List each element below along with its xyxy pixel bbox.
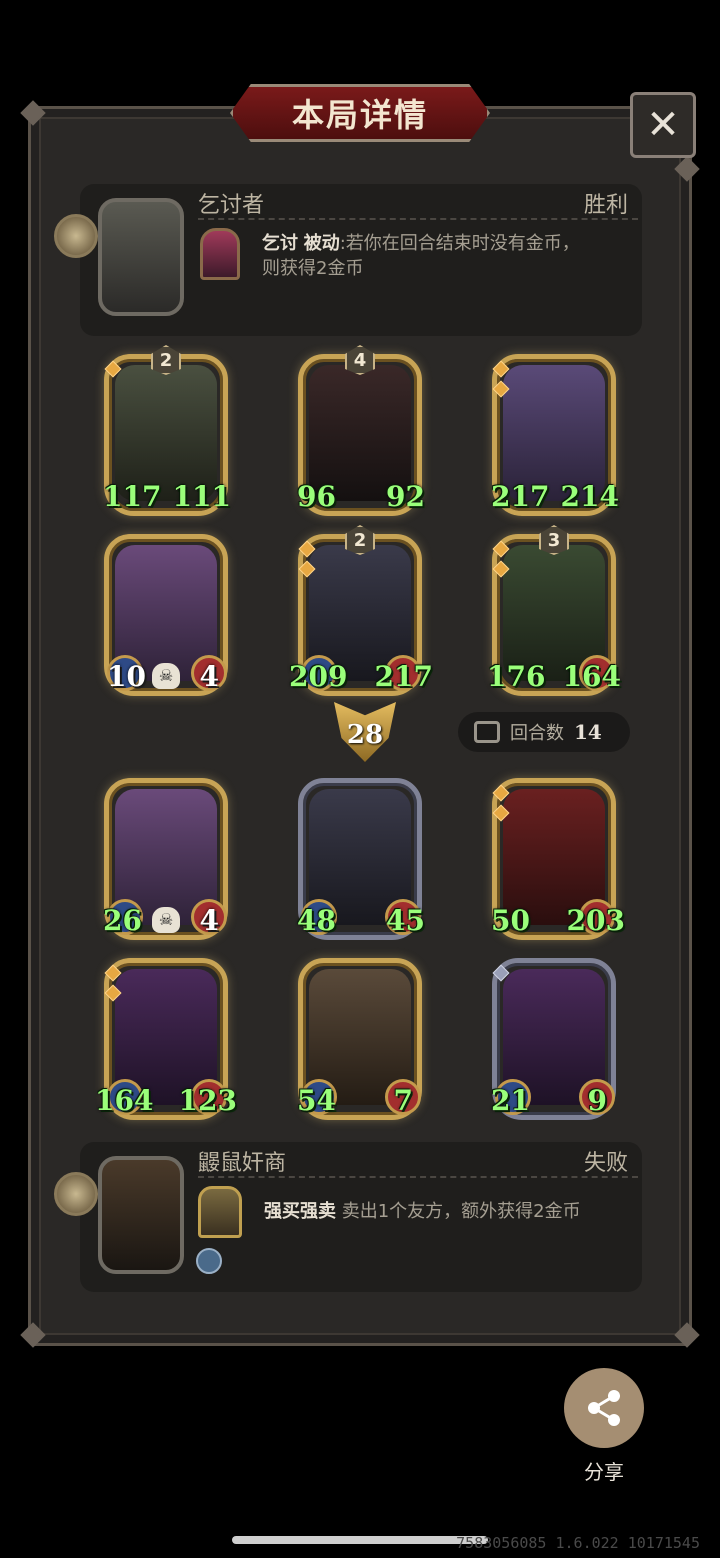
title-plate: 本局详情	[230, 84, 490, 142]
loser-result: 失败	[583, 1151, 628, 1176]
version-text: 7583056085 1.6.022 10171545	[456, 1534, 700, 1552]
skill-name: 强买强卖	[264, 1201, 336, 1222]
unit-card[interactable]: 2 209 217	[289, 525, 433, 696]
health-value: 111	[172, 480, 231, 513]
page-title: 本局详情	[291, 96, 428, 134]
attack-value: 117	[103, 480, 162, 513]
share-button[interactable]	[564, 1368, 644, 1448]
rounds-value: 14	[574, 720, 602, 744]
health-value: 217	[374, 660, 433, 693]
repeat-icon	[474, 721, 500, 743]
unit-card[interactable]: 2 117 111	[103, 345, 231, 516]
attack-value: 209	[289, 660, 348, 693]
skill-desc: 卖出1个友方，额外获得2金币	[336, 1201, 581, 1222]
unit-card[interactable]: 217 214	[491, 354, 619, 516]
health-value: 9	[587, 1084, 607, 1117]
loser-skill-text: 强买强卖 卖出1个友方，额外获得2金币	[264, 1199, 634, 1224]
health-value: 4	[199, 904, 219, 937]
winner-avatar	[98, 198, 184, 316]
close-button[interactable]: ✕	[630, 92, 696, 158]
health-value: 92	[386, 480, 425, 513]
share-label: 分享	[584, 1460, 624, 1484]
unit-card[interactable]: ☠ 26 4	[103, 778, 228, 940]
attack-value: 50	[491, 904, 530, 937]
unit-card[interactable]: 3 176 164	[487, 525, 621, 696]
attack-value: 96	[297, 480, 336, 513]
health-value: 214	[560, 480, 619, 513]
health-value: 45	[386, 904, 425, 937]
unit-card[interactable]: 4 96 92	[297, 345, 425, 516]
attack-value: 54	[297, 1084, 336, 1117]
skill-desc-2: 则获得2金币	[262, 258, 364, 279]
rounds-counter: 回合数 14	[458, 712, 630, 752]
divider	[198, 1176, 638, 1178]
skull-icon: ☠	[152, 663, 180, 689]
beggar-skill-icon	[200, 228, 240, 280]
health-value: 203	[566, 904, 625, 937]
winner-name: 乞讨者	[198, 193, 265, 218]
skill-type: 被动	[303, 233, 340, 254]
health-value: 164	[562, 660, 621, 693]
unit-card[interactable]: 21 9	[491, 958, 616, 1120]
attack-value: 21	[491, 1084, 530, 1117]
unit-card[interactable]: 50 203	[491, 778, 625, 940]
unit-card[interactable]: 48 45	[297, 778, 425, 940]
attack-value: 217	[491, 480, 550, 513]
pocket-watch-icon	[54, 214, 98, 258]
attack-value: 26	[103, 904, 142, 937]
winner-skill-text: 乞讨 被动:若你在回合结束时没有金币， 则获得2金币	[262, 231, 632, 281]
loser-avatar	[98, 1156, 184, 1274]
unit-card[interactable]: 54 7	[297, 958, 422, 1120]
attack-value: 164	[95, 1084, 154, 1117]
divider	[198, 218, 638, 220]
health-value: 4	[199, 660, 219, 693]
sword-badge-icon	[196, 1248, 222, 1274]
share-icon	[588, 1390, 620, 1426]
unit-card[interactable]: 164 123	[95, 958, 237, 1120]
winner-result: 胜利	[583, 193, 628, 218]
skill-desc-1: :若你在回合结束时没有金币，	[339, 233, 580, 254]
coin-skill-icon	[198, 1186, 242, 1238]
rounds-label: 回合数	[510, 723, 564, 744]
damage-value: 28	[346, 720, 384, 750]
skill-name: 乞讨	[262, 233, 298, 254]
attack-value: 10	[107, 660, 146, 693]
unit-card[interactable]: ☠ 10 4	[104, 534, 228, 696]
home-indicator[interactable]	[232, 1536, 488, 1544]
attack-value: 48	[297, 904, 336, 937]
health-value: 123	[178, 1084, 237, 1117]
close-icon: ✕	[646, 102, 680, 148]
health-value: 7	[393, 1084, 413, 1117]
attack-value: 176	[487, 660, 546, 693]
pocket-watch-icon	[54, 1172, 98, 1216]
loser-name: 鼹鼠奸商	[198, 1151, 287, 1176]
skull-icon: ☠	[152, 907, 180, 933]
